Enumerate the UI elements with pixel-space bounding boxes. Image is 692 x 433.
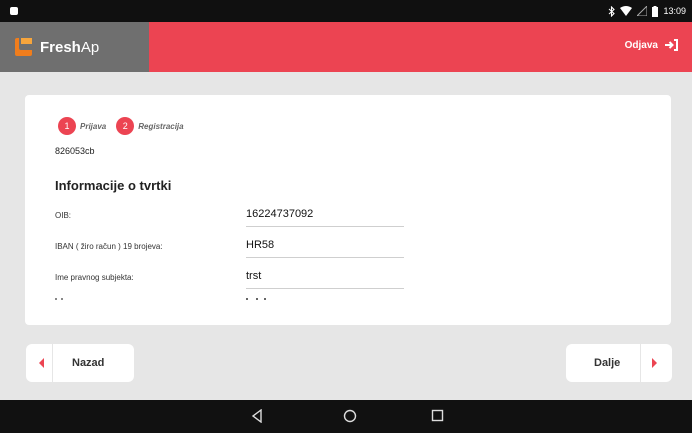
oib-field[interactable]: 16224737092 bbox=[246, 206, 404, 227]
logout-icon bbox=[665, 39, 678, 51]
oib-label: OIB: bbox=[55, 211, 72, 220]
bluetooth-icon bbox=[609, 5, 616, 17]
signal-icon bbox=[637, 6, 648, 16]
wifi-icon bbox=[620, 6, 633, 16]
back-nav-icon[interactable] bbox=[251, 409, 263, 423]
registration-card: 1 Prijava 2 Registracija 826053cb Inform… bbox=[25, 95, 671, 325]
next-field-row bbox=[55, 296, 405, 302]
app-bar: FreshAp Odjava bbox=[0, 22, 692, 72]
iban-field[interactable]: HR58 bbox=[246, 237, 404, 258]
status-time: 13:09 bbox=[663, 6, 686, 16]
logout-label: Odjava bbox=[624, 39, 658, 51]
status-bar: 13:09 bbox=[0, 0, 692, 22]
app-title-prefix: Fresh bbox=[40, 38, 81, 56]
recents-nav-icon[interactable] bbox=[431, 409, 444, 422]
iban-label: IBAN ( žiro račun ) 19 brojeva: bbox=[55, 242, 163, 251]
company-name-row: Ime pravnog subjekta: trst bbox=[55, 267, 405, 289]
brand: FreshAp bbox=[0, 22, 149, 72]
oib-row: OIB: 16224737092 bbox=[55, 205, 405, 227]
next-field-value-partial[interactable] bbox=[246, 298, 266, 301]
step-indicator: 1 Prijava 2 Registracija bbox=[58, 117, 184, 135]
step-2-badge: 2 bbox=[116, 117, 135, 135]
chevron-right-icon bbox=[652, 358, 657, 368]
back-label: Nazad bbox=[72, 357, 105, 369]
next-button[interactable]: Dalje bbox=[566, 344, 672, 382]
step-2-label: Registracija bbox=[138, 121, 184, 131]
section-title: Informacije o tvrtki bbox=[55, 178, 172, 193]
system-nav-bar bbox=[0, 400, 692, 433]
chevron-left-icon bbox=[39, 358, 44, 368]
freshap-logo-icon bbox=[15, 38, 32, 56]
step-1-label: Prijava bbox=[80, 121, 107, 131]
registration-code: 826053cb bbox=[55, 146, 95, 156]
status-icons: 13:09 bbox=[608, 4, 686, 18]
next-label: Dalje bbox=[594, 357, 621, 369]
notification-icon bbox=[10, 7, 18, 15]
iban-row: IBAN ( žiro račun ) 19 brojeva: HR58 bbox=[55, 236, 405, 258]
home-nav-icon[interactable] bbox=[343, 409, 357, 423]
step-1-badge: 1 bbox=[58, 117, 76, 135]
battery-icon bbox=[652, 5, 659, 17]
company-name-label: Ime pravnog subjekta: bbox=[55, 273, 134, 282]
app-title: FreshAp bbox=[40, 39, 99, 56]
back-button[interactable]: Nazad bbox=[26, 344, 134, 382]
company-name-field[interactable]: trst bbox=[246, 268, 404, 289]
next-field-label-partial bbox=[55, 298, 63, 300]
logout-button[interactable]: Odjava bbox=[625, 39, 678, 51]
app-title-suffix: Ap bbox=[80, 38, 100, 56]
